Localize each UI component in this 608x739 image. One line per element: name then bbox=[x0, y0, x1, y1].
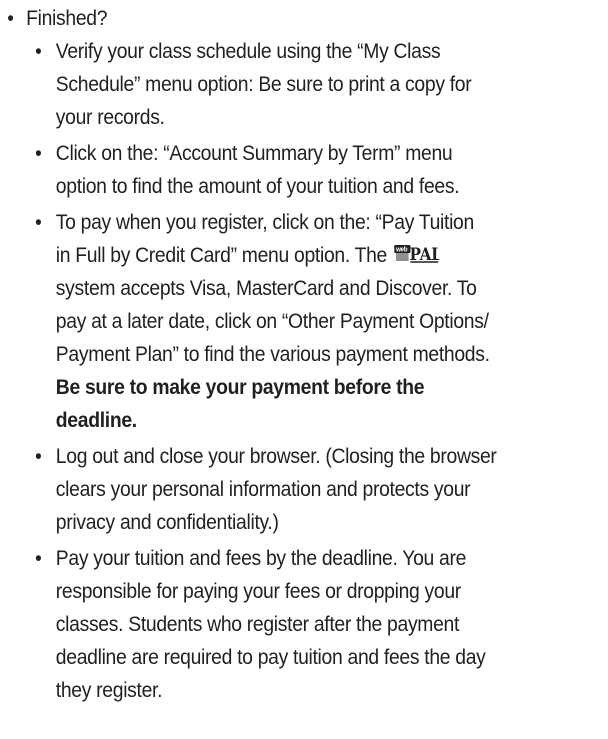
top-list-item: • Finished? bbox=[0, 2, 547, 35]
text-line: option to find the amount of your tuitio… bbox=[55, 174, 460, 198]
webpal-logo: web PAL bbox=[393, 243, 439, 263]
text-line: your records. bbox=[55, 105, 165, 129]
sub-list: • Verify your class schedule using the “… bbox=[0, 35, 608, 707]
svg-text:web: web bbox=[395, 246, 407, 253]
list-item-pay-tuition: • To pay when you register, click on the… bbox=[0, 206, 608, 437]
text-line: Log out and close your browser. (Closing… bbox=[55, 444, 497, 468]
text-line: deadline are required to pay tuition and… bbox=[55, 645, 486, 669]
list-item-pay-deadline: • Pay your tuition and fees by the deadl… bbox=[0, 542, 608, 707]
text-line: responsible for paying your fees or drop… bbox=[55, 579, 461, 603]
text-line: Click on the: “Account Summary by Term” … bbox=[55, 141, 453, 165]
text-line: system accepts Visa, MasterCard and Disc… bbox=[55, 276, 477, 300]
bullet-icon: • bbox=[7, 7, 14, 30]
text-fragment: in Full by Credit Card” menu option. The bbox=[55, 243, 388, 267]
list-item-account-summary: • Click on the: “Account Summary by Term… bbox=[0, 137, 608, 203]
deadline-warning: deadline. bbox=[55, 408, 137, 432]
text-line: Verify your class schedule using the “My… bbox=[55, 39, 441, 63]
text-line: they register. bbox=[55, 678, 163, 702]
main-list: • Finished? • Verify your class schedule… bbox=[0, 2, 608, 710]
text-line: Pay your tuition and fees by the deadlin… bbox=[55, 546, 467, 570]
text-line: classes. Students who register after the… bbox=[55, 612, 460, 636]
bullet-icon: • bbox=[35, 445, 42, 468]
text-line: in Full by Credit Card” menu option. The… bbox=[56, 239, 608, 272]
text-line: To pay when you register, click on the: … bbox=[55, 210, 474, 234]
text-line: clears your personal information and pro… bbox=[55, 477, 471, 501]
deadline-warning: Be sure to make your payment before the bbox=[55, 375, 425, 399]
bullet-icon: • bbox=[35, 40, 42, 63]
bullet-icon: • bbox=[35, 142, 42, 165]
svg-text:PAL: PAL bbox=[409, 244, 439, 263]
bullet-icon: • bbox=[35, 547, 42, 570]
finished-heading: Finished? bbox=[26, 6, 108, 30]
bullet-icon: • bbox=[35, 211, 42, 234]
text-line: privacy and confidentiality.) bbox=[55, 510, 279, 534]
text-line: Payment Plan” to find the various paymen… bbox=[55, 342, 490, 366]
list-item-verify-schedule: • Verify your class schedule using the “… bbox=[0, 35, 608, 134]
instruction-page: • Finished? • Verify your class schedule… bbox=[0, 0, 608, 739]
list-item-log-out: • Log out and close your browser. (Closi… bbox=[0, 440, 608, 539]
text-line: Schedule” menu option: Be sure to print … bbox=[55, 72, 472, 96]
text-line: pay at a later date, click on “Other Pay… bbox=[55, 309, 489, 333]
